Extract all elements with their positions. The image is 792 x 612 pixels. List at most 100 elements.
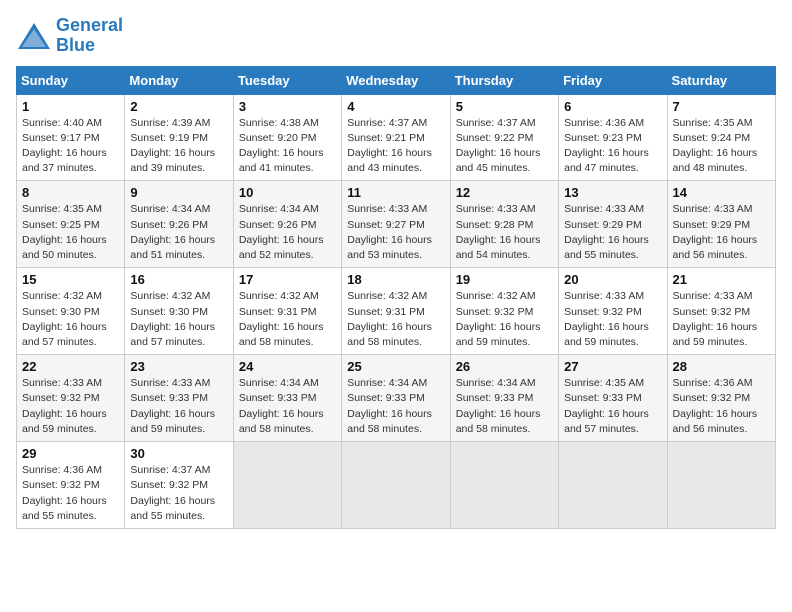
day-number: 7 <box>673 99 770 114</box>
calendar-day-21: 21Sunrise: 4:33 AM Sunset: 9:32 PM Dayli… <box>667 268 775 355</box>
header: General Blue <box>16 16 776 56</box>
day-info: Sunrise: 4:35 AM Sunset: 9:24 PM Dayligh… <box>673 116 770 177</box>
day-info: Sunrise: 4:32 AM Sunset: 9:32 PM Dayligh… <box>456 289 553 350</box>
day-number: 16 <box>130 272 227 287</box>
day-number: 4 <box>347 99 444 114</box>
day-number: 18 <box>347 272 444 287</box>
day-header-thursday: Thursday <box>450 66 558 94</box>
day-info: Sunrise: 4:34 AM Sunset: 9:26 PM Dayligh… <box>130 202 227 263</box>
day-info: Sunrise: 4:40 AM Sunset: 9:17 PM Dayligh… <box>22 116 119 177</box>
day-info: Sunrise: 4:37 AM Sunset: 9:22 PM Dayligh… <box>456 116 553 177</box>
calendar-day-empty <box>667 442 775 529</box>
day-info: Sunrise: 4:37 AM Sunset: 9:32 PM Dayligh… <box>130 463 227 524</box>
calendar-day-9: 9 Sunrise: 4:34 AM Sunset: 9:26 PM Daylig… <box>125 181 233 268</box>
day-info: Sunrise: 4:32 AM Sunset: 9:31 PM Dayligh… <box>347 289 444 350</box>
day-info: Sunrise: 4:36 AM Sunset: 9:32 PM Dayligh… <box>673 376 770 437</box>
day-number: 30 <box>130 446 227 461</box>
day-info: Sunrise: 4:36 AM Sunset: 9:32 PM Dayligh… <box>22 463 119 524</box>
calendar-day-20: 20 Sunrise: 4:33 AM Sunset: 9:32 PM Dayli… <box>559 268 667 355</box>
calendar-week-0: 1 Sunrise: 4:40 AM Sunset: 9:17 PM Daylig… <box>17 94 776 181</box>
day-info: Sunrise: 4:34 AM Sunset: 9:33 PM Dayligh… <box>347 376 444 437</box>
day-header-sunday: Sunday <box>17 66 125 94</box>
calendar-week-1: 8 Sunrise: 4:35 AM Sunset: 9:25 PM Daylig… <box>17 181 776 268</box>
day-number: 14 <box>673 185 770 200</box>
calendar-day-empty <box>450 442 558 529</box>
calendar-day-18: 18 Sunrise: 4:32 AM Sunset: 9:31 PM Dayli… <box>342 268 450 355</box>
day-header-saturday: Saturday <box>667 66 775 94</box>
calendar-day-13: 13Sunrise: 4:33 AM Sunset: 9:29 PM Dayli… <box>559 181 667 268</box>
day-info: Sunrise: 4:35 AM Sunset: 9:33 PM Dayligh… <box>564 376 661 437</box>
day-number: 11 <box>347 185 444 200</box>
calendar-day-27: 27 Sunrise: 4:35 AM Sunset: 9:33 PM Dayli… <box>559 355 667 442</box>
day-number: 28 <box>673 359 770 374</box>
day-info: Sunrise: 4:33 AM Sunset: 9:32 PM Dayligh… <box>673 289 770 350</box>
calendar-table: SundayMondayTuesdayWednesdayThursdayFrid… <box>16 66 776 529</box>
day-number: 29 <box>22 446 119 461</box>
day-info: Sunrise: 4:39 AM Sunset: 9:19 PM Dayligh… <box>130 116 227 177</box>
calendar-day-10: 10 Sunrise: 4:34 AM Sunset: 9:26 PM Dayli… <box>233 181 341 268</box>
calendar-day-24: 24 Sunrise: 4:34 AM Sunset: 9:33 PM Dayli… <box>233 355 341 442</box>
calendar-week-2: 15 Sunrise: 4:32 AM Sunset: 9:30 PM Dayli… <box>17 268 776 355</box>
calendar-day-1: 1 Sunrise: 4:40 AM Sunset: 9:17 PM Daylig… <box>17 94 125 181</box>
calendar-day-6: 6 Sunrise: 4:36 AM Sunset: 9:23 PM Daylig… <box>559 94 667 181</box>
day-info: Sunrise: 4:36 AM Sunset: 9:23 PM Dayligh… <box>564 116 661 177</box>
day-number: 25 <box>347 359 444 374</box>
day-number: 15 <box>22 272 119 287</box>
calendar-day-7: 7 Sunrise: 4:35 AM Sunset: 9:24 PM Daylig… <box>667 94 775 181</box>
day-number: 26 <box>456 359 553 374</box>
day-info: Sunrise: 4:33 AM Sunset: 9:32 PM Dayligh… <box>564 289 661 350</box>
day-number: 9 <box>130 185 227 200</box>
logo-icon <box>16 21 52 51</box>
calendar-week-3: 22 Sunrise: 4:33 AM Sunset: 9:32 PM Dayli… <box>17 355 776 442</box>
calendar-day-29: 29 Sunrise: 4:36 AM Sunset: 9:32 PM Dayli… <box>17 442 125 529</box>
day-number: 2 <box>130 99 227 114</box>
calendar-day-empty <box>342 442 450 529</box>
day-number: 5 <box>456 99 553 114</box>
day-info: Sunrise: 4:33 AM Sunset: 9:28 PM Dayligh… <box>456 202 553 263</box>
day-number: 27 <box>564 359 661 374</box>
day-number: 8 <box>22 185 119 200</box>
day-header-friday: Friday <box>559 66 667 94</box>
day-info: Sunrise: 4:34 AM Sunset: 9:33 PM Dayligh… <box>239 376 336 437</box>
day-number: 23 <box>130 359 227 374</box>
calendar-day-4: 4 Sunrise: 4:37 AM Sunset: 9:21 PM Daylig… <box>342 94 450 181</box>
day-number: 3 <box>239 99 336 114</box>
day-header-monday: Monday <box>125 66 233 94</box>
day-info: Sunrise: 4:32 AM Sunset: 9:30 PM Dayligh… <box>22 289 119 350</box>
day-info: Sunrise: 4:33 AM Sunset: 9:27 PM Dayligh… <box>347 202 444 263</box>
day-info: Sunrise: 4:32 AM Sunset: 9:31 PM Dayligh… <box>239 289 336 350</box>
calendar-day-empty <box>233 442 341 529</box>
day-number: 22 <box>22 359 119 374</box>
calendar-day-16: 16Sunrise: 4:32 AM Sunset: 9:30 PM Dayli… <box>125 268 233 355</box>
calendar-day-23: 23 Sunrise: 4:33 AM Sunset: 9:33 PM Dayli… <box>125 355 233 442</box>
day-header-tuesday: Tuesday <box>233 66 341 94</box>
day-info: Sunrise: 4:35 AM Sunset: 9:25 PM Dayligh… <box>22 202 119 263</box>
calendar-day-14: 14 Sunrise: 4:33 AM Sunset: 9:29 PM Dayli… <box>667 181 775 268</box>
calendar-day-30: 30 Sunrise: 4:37 AM Sunset: 9:32 PM Dayli… <box>125 442 233 529</box>
calendar-day-3: 3Sunrise: 4:38 AM Sunset: 9:20 PM Daylig… <box>233 94 341 181</box>
day-number: 10 <box>239 185 336 200</box>
day-number: 13 <box>564 185 661 200</box>
day-info: Sunrise: 4:37 AM Sunset: 9:21 PM Dayligh… <box>347 116 444 177</box>
day-number: 24 <box>239 359 336 374</box>
day-number: 6 <box>564 99 661 114</box>
calendar-day-8: 8 Sunrise: 4:35 AM Sunset: 9:25 PM Daylig… <box>17 181 125 268</box>
day-header-wednesday: Wednesday <box>342 66 450 94</box>
day-number: 12 <box>456 185 553 200</box>
day-number: 17 <box>239 272 336 287</box>
calendar-day-15: 15 Sunrise: 4:32 AM Sunset: 9:30 PM Dayli… <box>17 268 125 355</box>
day-number: 20 <box>564 272 661 287</box>
calendar-day-2: 2 Sunrise: 4:39 AM Sunset: 9:19 PM Daylig… <box>125 94 233 181</box>
calendar-day-26: 26Sunrise: 4:34 AM Sunset: 9:33 PM Dayli… <box>450 355 558 442</box>
calendar-header-row: SundayMondayTuesdayWednesdayThursdayFrid… <box>17 66 776 94</box>
day-info: Sunrise: 4:33 AM Sunset: 9:29 PM Dayligh… <box>673 202 770 263</box>
day-info: Sunrise: 4:34 AM Sunset: 9:26 PM Dayligh… <box>239 202 336 263</box>
calendar-body: 1 Sunrise: 4:40 AM Sunset: 9:17 PM Daylig… <box>17 94 776 528</box>
day-info: Sunrise: 4:33 AM Sunset: 9:33 PM Dayligh… <box>130 376 227 437</box>
calendar-day-19: 19Sunrise: 4:32 AM Sunset: 9:32 PM Dayli… <box>450 268 558 355</box>
calendar-week-4: 29 Sunrise: 4:36 AM Sunset: 9:32 PM Dayli… <box>17 442 776 529</box>
day-number: 1 <box>22 99 119 114</box>
logo-text: General Blue <box>56 16 123 56</box>
calendar-day-17: 17 Sunrise: 4:32 AM Sunset: 9:31 PM Dayli… <box>233 268 341 355</box>
day-info: Sunrise: 4:33 AM Sunset: 9:32 PM Dayligh… <box>22 376 119 437</box>
